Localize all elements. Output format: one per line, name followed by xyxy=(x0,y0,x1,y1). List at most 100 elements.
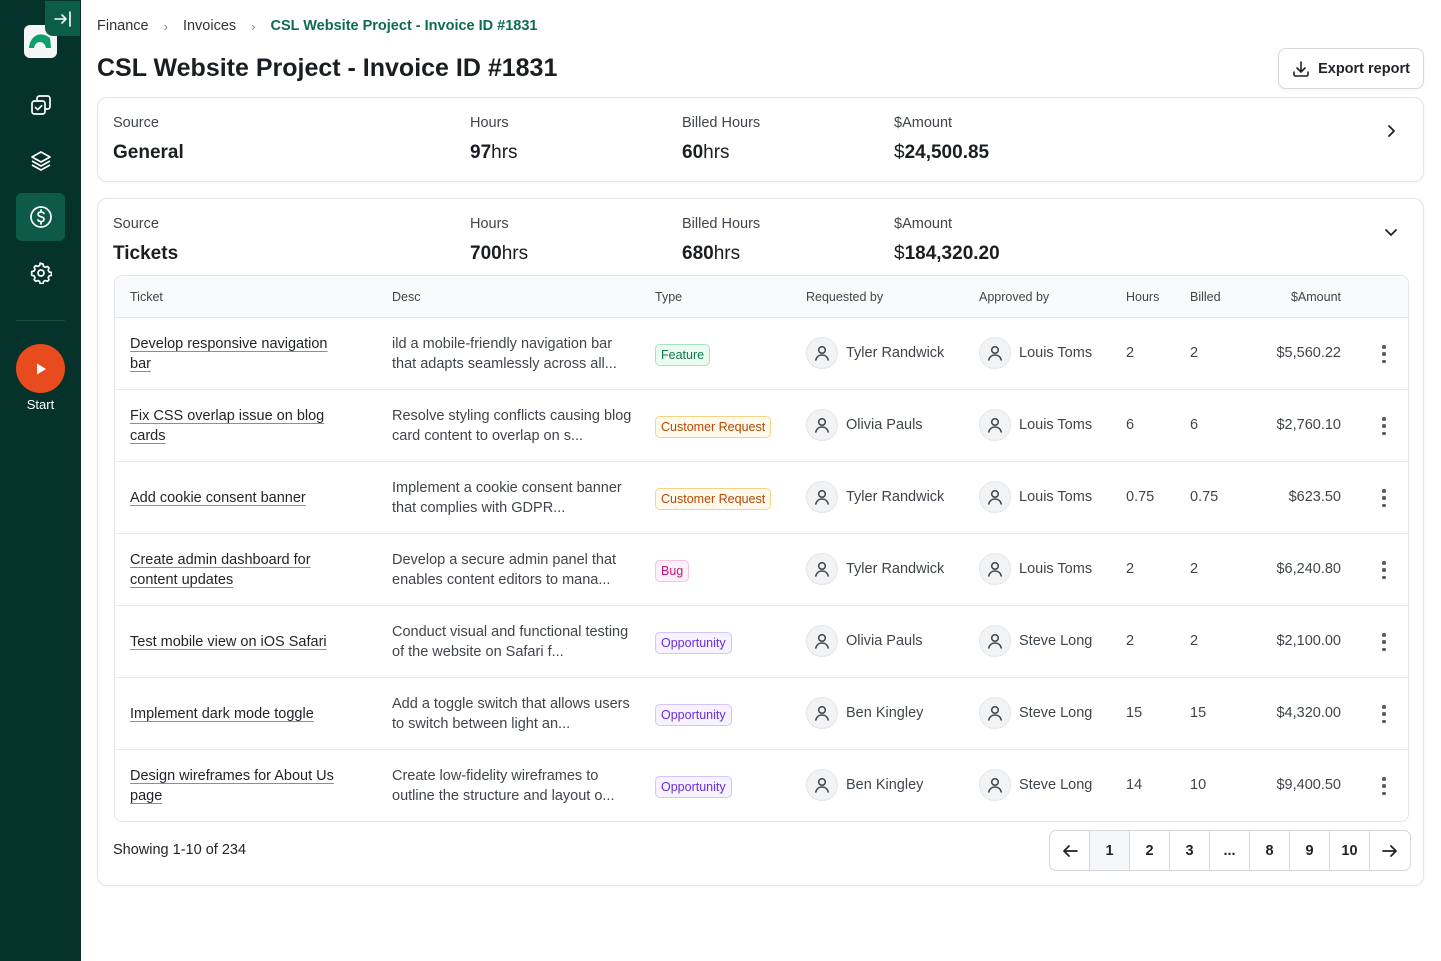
hours-cell: 0.75 xyxy=(1126,489,1155,505)
expand-chevron-right-icon[interactable] xyxy=(1381,121,1401,141)
requested-by-name: Olivia Pauls xyxy=(846,417,923,433)
ticket-link[interactable]: Develop responsive navigation bar xyxy=(130,334,350,374)
source-value: Tickets xyxy=(113,243,179,264)
user-avatar-icon xyxy=(979,769,1011,801)
ticket-desc: Create low-fidelity wireframes to outlin… xyxy=(392,768,615,804)
amount-cell: $4,320.00 xyxy=(1276,705,1341,721)
ticket-link[interactable]: Implement dark mode toggle xyxy=(130,704,350,724)
nav-settings-icon[interactable] xyxy=(16,249,65,297)
breadcrumb-finance[interactable]: Finance xyxy=(97,18,149,34)
approved-by: Steve Long xyxy=(979,625,1092,657)
table-row: Develop responsive navigation bar ild a m… xyxy=(115,318,1408,390)
col-hours[interactable]: Hours xyxy=(1126,290,1159,304)
next-page-button[interactable] xyxy=(1370,831,1410,870)
page-button[interactable]: 9 xyxy=(1290,831,1330,870)
type-badge: Feature xyxy=(655,344,711,366)
table-header: Ticket Desc Type Requested by Approved b… xyxy=(115,276,1408,318)
chevron-right-icon: › xyxy=(251,18,256,34)
pagination: 1 2 3 ... 8 9 10 xyxy=(1049,830,1411,871)
col-ticket[interactable]: Ticket xyxy=(130,290,163,304)
start-button[interactable] xyxy=(16,344,65,393)
table-row: Implement dark mode toggle Add a toggle s… xyxy=(115,678,1408,750)
row-menu-icon[interactable] xyxy=(1381,633,1387,651)
source-label: Source xyxy=(113,115,159,131)
billed-hours-label: Billed Hours xyxy=(682,115,761,131)
row-menu-icon[interactable] xyxy=(1381,705,1387,723)
col-requested-by[interactable]: Requested by xyxy=(806,290,883,304)
requested-by: Tyler Randwick xyxy=(806,481,944,513)
hours-label: Hours xyxy=(470,115,509,131)
page-title: CSL Website Project - Invoice ID #1831 xyxy=(97,54,558,82)
breadcrumb: Finance › Invoices › CSL Website Project… xyxy=(97,18,538,34)
prev-page-button[interactable] xyxy=(1050,831,1090,870)
approved-by-name: Steve Long xyxy=(1019,633,1093,649)
approved-by-name: Louis Toms xyxy=(1019,561,1093,577)
arrow-left-icon xyxy=(1062,844,1078,857)
row-menu-icon[interactable] xyxy=(1381,345,1387,363)
ticket-desc: Implement a cookie consent banner that c… xyxy=(392,480,622,516)
requested-by-name: Tyler Randwick xyxy=(846,489,945,505)
table-row: Fix CSS overlap issue on blog cards Resol… xyxy=(115,390,1408,462)
user-avatar-icon xyxy=(806,481,838,513)
ticket-link[interactable]: Create admin dashboard for content updat… xyxy=(130,550,350,590)
approved-by-name: Louis Toms xyxy=(1019,417,1093,433)
col-billed[interactable]: Billed xyxy=(1190,290,1221,304)
approved-by-name: Louis Toms xyxy=(1019,345,1093,361)
user-avatar-icon xyxy=(979,553,1011,585)
billed-cell: 6 xyxy=(1190,417,1199,433)
ticket-link[interactable]: Test mobile view on iOS Safari xyxy=(130,632,350,652)
hours-label: Hours xyxy=(470,216,509,232)
row-menu-icon[interactable] xyxy=(1381,777,1387,795)
summary-card-general[interactable]: Source General Hours 97hrs Billed Hours … xyxy=(97,97,1424,182)
type-badge: Customer Request xyxy=(655,488,772,510)
row-menu-icon[interactable] xyxy=(1381,417,1387,435)
hours-cell: 6 xyxy=(1126,417,1135,433)
billed-hours-label: Billed Hours xyxy=(682,216,761,232)
approved-by: Louis Toms xyxy=(979,337,1092,369)
collapse-chevron-down-icon[interactable] xyxy=(1381,222,1401,242)
approved-by-name: Steve Long xyxy=(1019,777,1093,793)
page-button[interactable]: 2 xyxy=(1130,831,1170,870)
collapse-sidebar-icon[interactable] xyxy=(45,1,80,36)
ticket-link[interactable]: Design wireframes for About Us page xyxy=(130,766,350,806)
col-amount[interactable]: $Amount xyxy=(1291,290,1341,304)
user-avatar-icon xyxy=(806,625,838,657)
user-avatar-icon xyxy=(806,337,838,369)
amount-value: $24,500.85 xyxy=(894,142,990,163)
nav-layers-icon[interactable] xyxy=(16,137,65,185)
showing-count: Showing 1-10 of 234 xyxy=(113,842,247,858)
approved-by: Steve Long xyxy=(979,769,1092,801)
col-type[interactable]: Type xyxy=(655,290,682,304)
export-report-button[interactable]: Export report xyxy=(1278,48,1424,89)
page-button[interactable]: 8 xyxy=(1250,831,1290,870)
approved-by-name: Louis Toms xyxy=(1019,489,1093,505)
type-badge: Opportunity xyxy=(655,632,732,654)
export-report-label: Export report xyxy=(1318,60,1410,77)
page-button[interactable]: 10 xyxy=(1330,831,1370,870)
amount-cell: $623.50 xyxy=(1288,489,1341,505)
col-approved-by[interactable]: Approved by xyxy=(979,290,1049,304)
row-menu-icon[interactable] xyxy=(1381,561,1387,579)
breadcrumb-invoices[interactable]: Invoices xyxy=(183,18,236,34)
ticket-desc: Conduct visual and functional testing of… xyxy=(392,624,629,660)
ticket-link[interactable]: Fix CSS overlap issue on blog cards xyxy=(130,406,350,446)
billed-cell: 0.75 xyxy=(1190,489,1219,505)
col-desc[interactable]: Desc xyxy=(392,290,420,304)
source-label: Source xyxy=(113,216,159,232)
amount-cell: $9,400.50 xyxy=(1276,777,1341,793)
hours-cell: 14 xyxy=(1126,777,1143,793)
nav-tasks-icon[interactable] xyxy=(16,81,65,129)
hours-value: 700hrs xyxy=(470,243,529,264)
requested-by-name: Tyler Randwick xyxy=(846,345,945,361)
type-badge: Opportunity xyxy=(655,776,732,798)
chevron-right-icon: › xyxy=(163,18,168,34)
amount-label: $Amount xyxy=(894,115,953,131)
requested-by: Tyler Randwick xyxy=(806,337,944,369)
row-menu-icon[interactable] xyxy=(1381,489,1387,507)
user-avatar-icon xyxy=(979,625,1011,657)
page-button[interactable]: 3 xyxy=(1170,831,1210,870)
ticket-link[interactable]: Add cookie consent banner xyxy=(130,488,350,508)
arrow-right-icon xyxy=(1382,844,1397,857)
nav-finance-icon[interactable] xyxy=(16,193,65,241)
page-button[interactable]: 1 xyxy=(1090,831,1130,870)
